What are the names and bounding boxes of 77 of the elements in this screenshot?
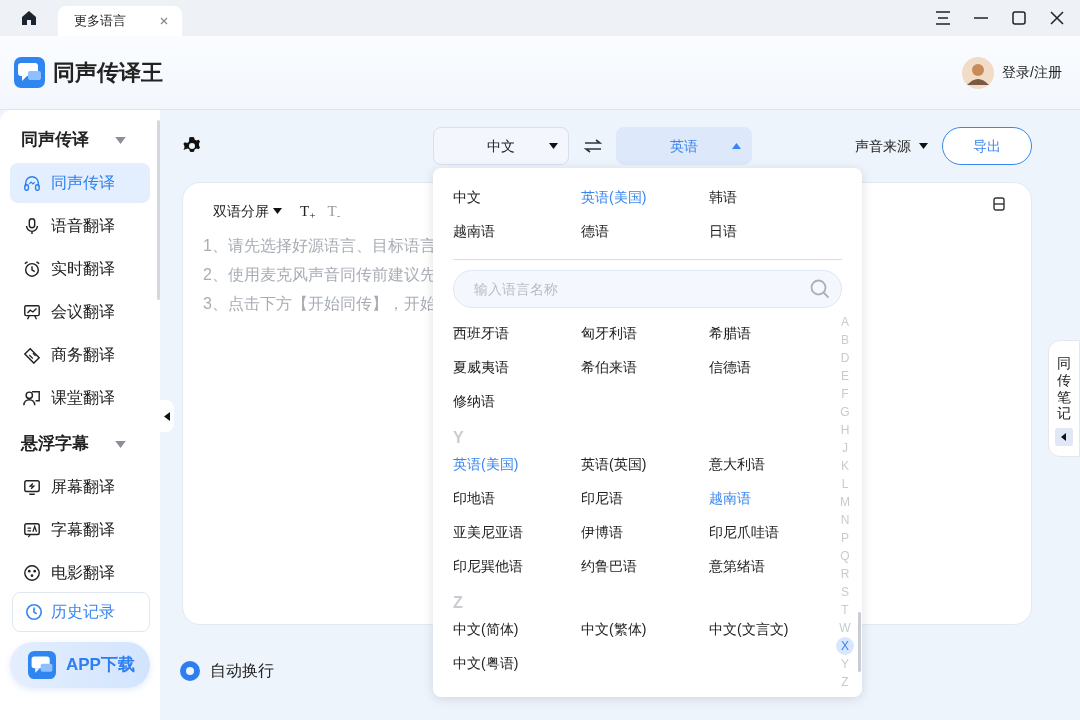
home-icon[interactable] xyxy=(21,10,37,26)
app-logo-icon xyxy=(28,651,56,679)
language-option[interactable]: 英语(美国) xyxy=(453,447,581,481)
menu-icon[interactable] xyxy=(936,11,950,25)
app-logo-icon xyxy=(14,57,45,88)
language-option[interactable]: 中文 xyxy=(453,180,581,214)
view-mode-dropdown[interactable]: 双语分屏 xyxy=(213,200,282,222)
sidebar-item[interactable]: 实时翻译 xyxy=(10,249,150,289)
language-option[interactable]: 中文(文言文) xyxy=(709,612,837,646)
sidebar-item[interactable]: 会议翻译 xyxy=(10,292,150,332)
notes-tab[interactable]: 同传笔记 xyxy=(1048,340,1080,458)
language-option[interactable]: 约鲁巴语 xyxy=(581,549,709,583)
split-view-icon[interactable] xyxy=(993,197,1005,211)
language-option[interactable]: 修纳语 xyxy=(453,384,581,418)
alarm-clock-icon xyxy=(23,260,41,278)
language-search-field[interactable]: 输入语言名称 xyxy=(453,270,842,308)
avatar-icon[interactable] xyxy=(962,56,995,89)
clock-icon xyxy=(25,603,43,621)
language-option[interactable]: 希伯来语 xyxy=(581,350,709,384)
screen-icon xyxy=(23,478,41,496)
caret-icon xyxy=(549,143,558,149)
language-option[interactable]: 信德语 xyxy=(709,350,837,384)
sidebar-item[interactable]: 屏幕翻译 xyxy=(10,467,150,507)
auto-wrap-radio[interactable] xyxy=(180,661,200,681)
language-option[interactable]: 伊博语 xyxy=(581,515,709,549)
language-option[interactable]: 英语(美国) xyxy=(581,180,709,214)
close-icon[interactable] xyxy=(1050,11,1064,25)
source-language-select[interactable]: 中文 xyxy=(433,127,569,165)
language-option[interactable]: 英语(英国) xyxy=(581,447,709,481)
caret-icon xyxy=(919,143,928,149)
language-option[interactable]: 印地语 xyxy=(453,481,581,515)
caret-icon xyxy=(273,208,282,214)
collapse-handle[interactable] xyxy=(160,400,174,432)
hint-text: 1、请先选择好源语言、目标语言 xyxy=(203,236,436,256)
section-title: 悬浮字幕 xyxy=(21,433,89,456)
export-button[interactable]: 导出 xyxy=(942,127,1032,165)
login-link[interactable]: 登录/注册 xyxy=(1002,62,1062,83)
presentation-icon xyxy=(23,303,41,321)
language-option[interactable]: 希腊语 xyxy=(709,316,837,350)
collapse-arrow-icon[interactable] xyxy=(164,411,170,421)
sidebar-item[interactable]: 商务翻译 xyxy=(10,335,150,375)
font-larger-button[interactable]: T$_{+}$ xyxy=(300,199,316,223)
headset-icon xyxy=(23,174,41,192)
language-option[interactable]: 韩语 xyxy=(709,180,837,214)
close-tab-icon[interactable] xyxy=(160,17,168,25)
caret-icon xyxy=(732,143,741,149)
language-option[interactable]: 德语 xyxy=(581,214,709,248)
language-option[interactable]: 意第绪语 xyxy=(709,549,837,583)
app-name: 同声传译王 xyxy=(53,59,163,87)
sidebar-item[interactable]: 字幕翻译 xyxy=(10,510,150,550)
language-option[interactable]: 越南语 xyxy=(453,214,581,248)
auto-wrap-label: 自动换行 xyxy=(210,661,274,681)
swap-icon[interactable] xyxy=(584,139,602,153)
language-option[interactable]: 亚美尼亚语 xyxy=(453,515,581,549)
teacher-icon xyxy=(23,389,41,407)
language-option[interactable]: 日语 xyxy=(709,214,837,248)
sidebar-item[interactable]: 课堂翻译 xyxy=(10,378,150,418)
subtitle-icon xyxy=(23,521,41,539)
history-button[interactable]: 历史记录 xyxy=(12,592,150,632)
language-option[interactable]: 匈牙利语 xyxy=(581,316,709,350)
language-option[interactable]: 中文(繁体) xyxy=(581,612,709,646)
microphone-icon xyxy=(23,217,41,235)
maximize-icon[interactable] xyxy=(1012,11,1026,25)
language-option[interactable]: 中文(简体) xyxy=(453,612,581,646)
language-option[interactable]: 印尼巽他语 xyxy=(453,549,581,583)
section-title: 同声传译 xyxy=(21,129,89,152)
tab[interactable]: 更多语言 xyxy=(58,6,182,36)
language-option[interactable]: 夏威夷语 xyxy=(453,350,581,384)
language-option[interactable]: 印尼爪哇语 xyxy=(709,515,837,549)
language-option[interactable]: 意大利语 xyxy=(709,447,837,481)
language-option[interactable]: 中文(粤语) xyxy=(453,646,581,680)
language-option[interactable]: 越南语 xyxy=(709,481,837,515)
language-option[interactable]: 印尼语 xyxy=(581,481,709,515)
sound-source-dropdown[interactable]: 声音来源 xyxy=(855,135,928,157)
sidebar-item[interactable]: 电影翻译 xyxy=(10,553,150,582)
language-option[interactable]: 西班牙语 xyxy=(453,316,581,350)
sidebar-item[interactable]: 语音翻译 xyxy=(10,206,150,246)
